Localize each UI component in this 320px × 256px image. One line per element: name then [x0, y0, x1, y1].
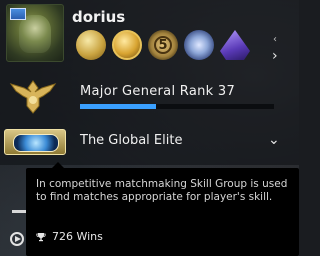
chevron-down-icon[interactable]: ⌄ — [268, 132, 280, 148]
skill-badge-globe — [13, 134, 59, 152]
gold-wreath-coin-icon[interactable] — [112, 30, 142, 60]
avatar[interactable] — [6, 4, 64, 62]
medal-showcase: 5 — [76, 30, 250, 64]
global-elite-badge-icon — [4, 129, 66, 155]
skill-group-row[interactable]: The Global Elite ⌄ — [0, 122, 299, 160]
chevron-up-icon[interactable]: ‹ — [273, 34, 277, 45]
wins-count: 726 Wins — [52, 230, 103, 243]
xp-progress-fill — [80, 104, 156, 109]
trophy-icon — [36, 232, 46, 241]
purple-operation-medal-icon[interactable] — [220, 30, 250, 60]
profile-panel: dorius 5 ‹ › Major General Rank 37 The G… — [0, 0, 299, 165]
skill-group-tooltip: In competitive matchmaking Skill Group i… — [26, 162, 299, 256]
tooltip-text: In competitive matchmaking Skill Group i… — [36, 178, 288, 203]
wins-row: 726 Wins — [36, 230, 103, 243]
coin-icon[interactable] — [76, 30, 106, 60]
rank-row: Major General Rank 37 — [0, 72, 299, 122]
avatar-image — [19, 15, 51, 53]
chevron-right-icon[interactable]: › — [272, 48, 278, 64]
username[interactable]: dorius — [72, 8, 125, 26]
five-year-coin-label: 5 — [154, 36, 172, 54]
divider — [12, 210, 26, 213]
country-flag-icon — [10, 8, 26, 20]
profile-header: dorius 5 ‹ › — [0, 0, 299, 72]
blue-star-medal-icon[interactable] — [184, 30, 214, 60]
skill-group-name: The Global Elite — [80, 133, 183, 148]
xp-progress-bar — [80, 104, 274, 109]
play-icon[interactable] — [10, 232, 24, 246]
eagle-rank-icon — [9, 80, 57, 114]
five-year-coin-icon[interactable]: 5 — [148, 30, 178, 60]
rank-title: Major General Rank 37 — [80, 84, 236, 99]
